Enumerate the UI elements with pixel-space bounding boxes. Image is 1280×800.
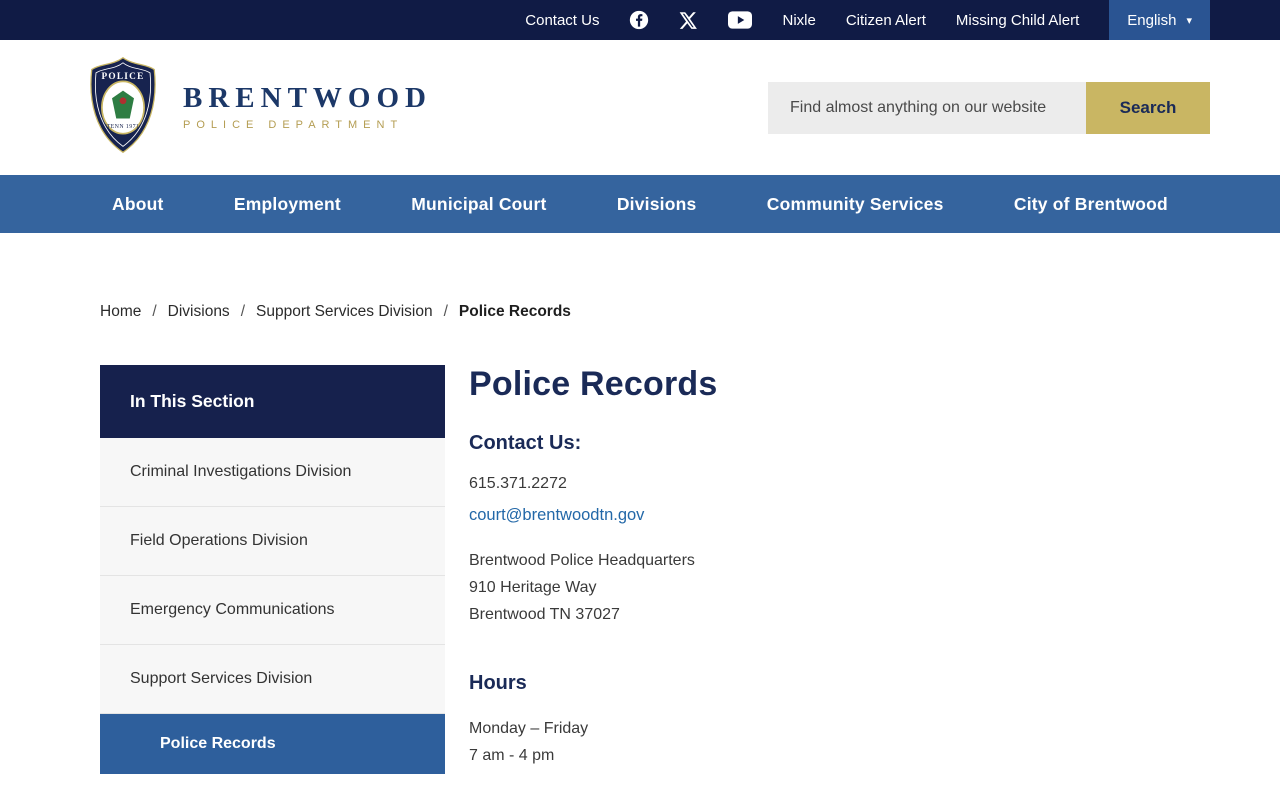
sidebar-item-emergency-communications[interactable]: Emergency Communications [100, 576, 445, 645]
hours-days: Monday – Friday [469, 720, 589, 737]
nav-item-municipal-court[interactable]: Municipal Court [411, 194, 546, 215]
hours-heading: Hours [469, 672, 527, 694]
section-sidebar: In This Section Criminal Investigations … [100, 365, 445, 774]
sidebar-item-criminal-investigations[interactable]: Criminal Investigations Division [100, 438, 445, 507]
site-search: Search [768, 81, 1210, 134]
main-navigation: About Employment Municipal Court Divisio… [0, 175, 1280, 233]
contact-heading: Contact Us: [469, 432, 582, 454]
breadcrumb-home[interactable]: Home [100, 303, 141, 321]
breadcrumb-support-services[interactable]: Support Services Division [256, 303, 433, 321]
brand-name: BRENTWOOD [183, 82, 432, 114]
nav-item-divisions[interactable]: Divisions [617, 194, 697, 215]
address-line-3: Brentwood TN 37027 [469, 606, 620, 623]
email-link[interactable]: court@brentwoodtn.gov [469, 506, 644, 525]
brand-text: BRENTWOOD POLICE DEPARTMENT [183, 82, 432, 132]
page-title: Police Records [469, 365, 718, 403]
breadcrumb-separator: / [240, 303, 245, 320]
phone-number: 615.371.2272 [469, 475, 567, 492]
breadcrumb-separator: / [443, 303, 448, 320]
citizen-alert-link[interactable]: Citizen Alert [846, 12, 926, 29]
nav-item-community-services[interactable]: Community Services [767, 194, 944, 215]
svg-text:TENN 1971: TENN 1971 [107, 124, 140, 130]
youtube-icon[interactable] [728, 11, 753, 29]
x-twitter-icon[interactable] [679, 11, 698, 30]
content: In This Section Criminal Investigations … [100, 365, 1210, 774]
hours-times: 7 am - 4 pm [469, 747, 555, 764]
svg-text:POLICE: POLICE [101, 72, 144, 82]
address-line-1: Brentwood Police Headquarters [469, 552, 695, 569]
nav-item-about[interactable]: About [112, 194, 164, 215]
facebook-icon[interactable] [629, 10, 649, 30]
chevron-down-icon: ▾ [1186, 14, 1192, 27]
missing-child-alert-link[interactable]: Missing Child Alert [956, 12, 1079, 29]
hours-block: Hours Monday – Friday 7 am - 4 pm [469, 672, 1210, 769]
brand-home-link[interactable]: POLICE TENN 1971 BRENTWOOD POLICE DEPART… [85, 54, 432, 161]
police-badge-logo: POLICE TENN 1971 [85, 54, 161, 161]
address-block: Brentwood Police Headquarters 910 Herita… [469, 547, 1210, 628]
site-header: POLICE TENN 1971 BRENTWOOD POLICE DEPART… [0, 40, 1280, 175]
search-input[interactable] [768, 81, 1086, 134]
search-button[interactable]: Search [1086, 81, 1210, 134]
sidebar-item-support-services[interactable]: Support Services Division [100, 645, 445, 714]
language-label: English [1127, 11, 1177, 29]
nixle-link[interactable]: Nixle [782, 12, 815, 29]
breadcrumb-separator: / [152, 303, 157, 320]
brand-subtitle: POLICE DEPARTMENT [183, 119, 404, 131]
breadcrumb: Home / Divisions / Support Services Divi… [100, 303, 1210, 321]
sidebar-title: In This Section [100, 365, 445, 438]
nav-item-city-of-brentwood[interactable]: City of Brentwood [1014, 194, 1168, 215]
sidebar-item-field-operations[interactable]: Field Operations Division [100, 507, 445, 576]
address-line-2: 910 Heritage Way [469, 579, 597, 596]
sidebar-item-police-records-active[interactable]: Police Records [100, 714, 445, 774]
topbar: Contact Us Nixle Citizen Alert Missing C… [0, 0, 1280, 40]
language-selector[interactable]: English ▾ [1109, 0, 1210, 40]
nav-item-employment[interactable]: Employment [234, 194, 341, 215]
contact-us-link[interactable]: Contact Us [525, 12, 599, 29]
main-content: Police Records Contact Us: 615.371.2272 … [469, 365, 1210, 769]
breadcrumb-current: Police Records [458, 303, 571, 320]
breadcrumb-divisions[interactable]: Divisions [168, 303, 230, 321]
